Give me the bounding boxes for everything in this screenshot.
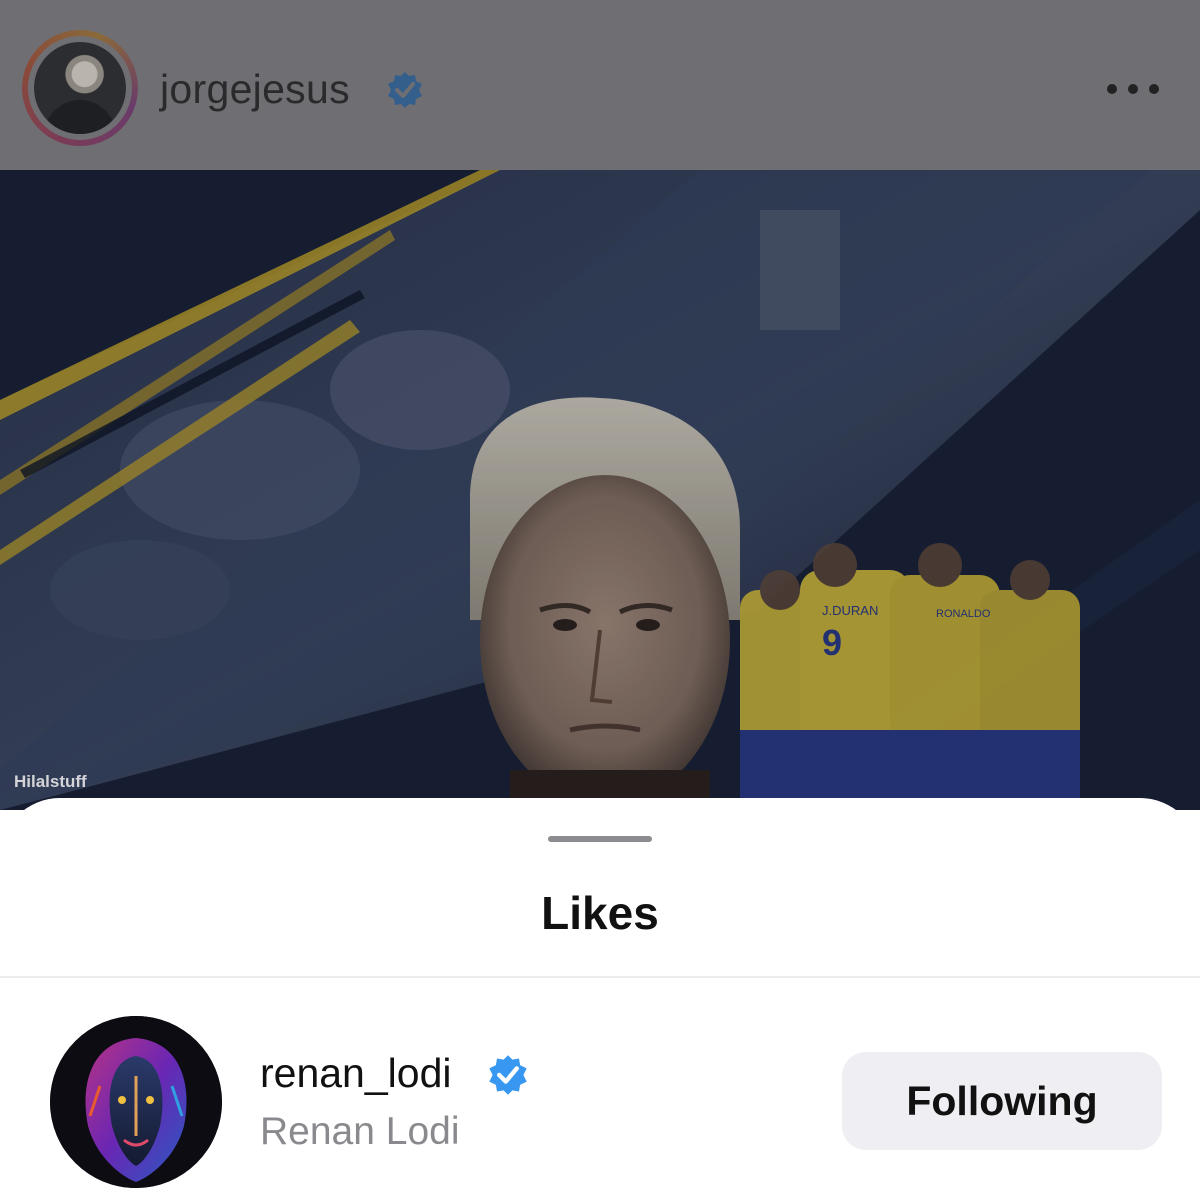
lion-avatar-icon bbox=[50, 1016, 222, 1188]
owner-avatar[interactable] bbox=[34, 42, 126, 134]
sheet-divider bbox=[0, 976, 1200, 978]
liker-username[interactable]: renan_lodi bbox=[260, 1050, 452, 1097]
likes-sheet: Likes renan_lodi Renan Lodi Following bbox=[0, 798, 1200, 1189]
post-artwork: J.DURAN RONALDO 9 bbox=[0, 170, 1200, 810]
story-ring-gap bbox=[28, 36, 132, 140]
post-header: jorgejesus bbox=[0, 0, 1200, 170]
following-button[interactable]: Following bbox=[842, 1052, 1162, 1150]
likes-sheet-title: Likes bbox=[541, 887, 659, 939]
liker-avatar[interactable] bbox=[50, 1016, 222, 1188]
owner-username[interactable]: jorgejesus bbox=[160, 66, 350, 113]
post-image[interactable]: J.DURAN RONALDO 9 bbox=[0, 170, 1200, 810]
verified-badge-icon bbox=[388, 72, 422, 108]
more-horizontal-icon[interactable] bbox=[1102, 78, 1164, 100]
image-watermark: Hilalstuff bbox=[14, 772, 87, 791]
liker-full-name: Renan Lodi bbox=[260, 1110, 460, 1153]
avatar-figure bbox=[44, 100, 116, 134]
owner-story-ring[interactable] bbox=[22, 30, 138, 146]
verified-badge-icon bbox=[489, 1055, 527, 1095]
sheet-grabber-handle[interactable] bbox=[548, 836, 652, 842]
